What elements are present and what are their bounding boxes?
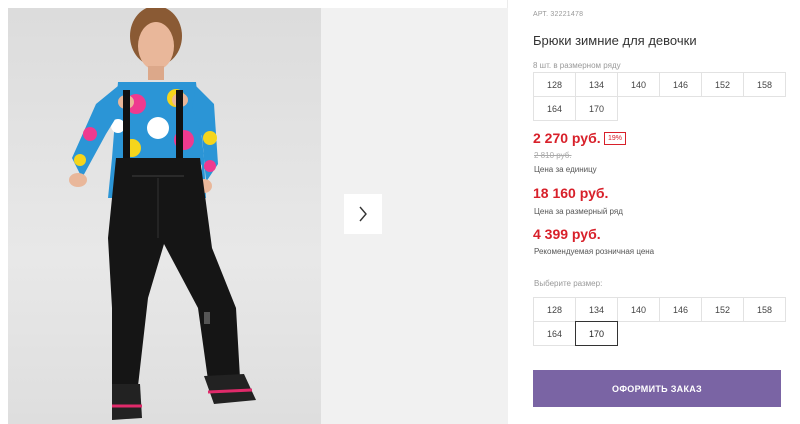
product-gallery xyxy=(0,0,508,424)
size-row-cell: 170 xyxy=(575,96,618,121)
product-article: АРТ. 32221478 xyxy=(533,11,584,18)
place-order-button[interactable]: ОФОРМИТЬ ЗАКАЗ xyxy=(533,370,781,407)
size-row-cell: 152 xyxy=(701,72,744,97)
unit-price: 2 270 руб. xyxy=(533,130,601,146)
retail-price: 4 399 руб. xyxy=(533,226,601,242)
size-row-grid: 128 134 140 146 152 158 164 170 xyxy=(533,72,786,121)
old-price: 2 810 руб. xyxy=(534,151,572,160)
size-row-cell: 128 xyxy=(533,72,576,97)
chevron-right-icon xyxy=(359,206,367,222)
size-selector: 128 134 140 146 152 158 164 170 xyxy=(533,297,786,346)
size-option[interactable]: 152 xyxy=(701,297,744,322)
size-row-count-label: 8 шт. в размерном ряду xyxy=(533,61,621,70)
size-row-cell: 164 xyxy=(533,96,576,121)
size-option[interactable]: 128 xyxy=(533,297,576,322)
unit-price-label: Цена за единицу xyxy=(534,165,597,174)
size-row-cell: 140 xyxy=(617,72,660,97)
size-row-cell: 146 xyxy=(659,72,702,97)
size-option[interactable]: 146 xyxy=(659,297,702,322)
girl-in-winter-pants-image xyxy=(69,8,256,420)
product-photo xyxy=(8,8,321,424)
size-row-cell: 134 xyxy=(575,72,618,97)
size-option[interactable]: 134 xyxy=(575,297,618,322)
size-row-price-label: Цена за размерный ряд xyxy=(534,207,623,216)
discount-badge: 19% xyxy=(604,132,627,145)
size-option-selected[interactable]: 170 xyxy=(575,321,618,346)
next-photo-button[interactable] xyxy=(344,194,382,234)
choose-size-label: Выберите размер: xyxy=(534,279,603,288)
size-row-cell: 158 xyxy=(743,72,786,97)
size-option[interactable]: 164 xyxy=(533,321,576,346)
size-option[interactable]: 158 xyxy=(743,297,786,322)
size-row-price: 18 160 руб. xyxy=(533,185,609,201)
retail-price-label: Рекомендуемая розничная цена xyxy=(534,247,655,256)
size-option[interactable]: 140 xyxy=(617,297,660,322)
product-title: Брюки зимние для девочки xyxy=(533,33,697,48)
